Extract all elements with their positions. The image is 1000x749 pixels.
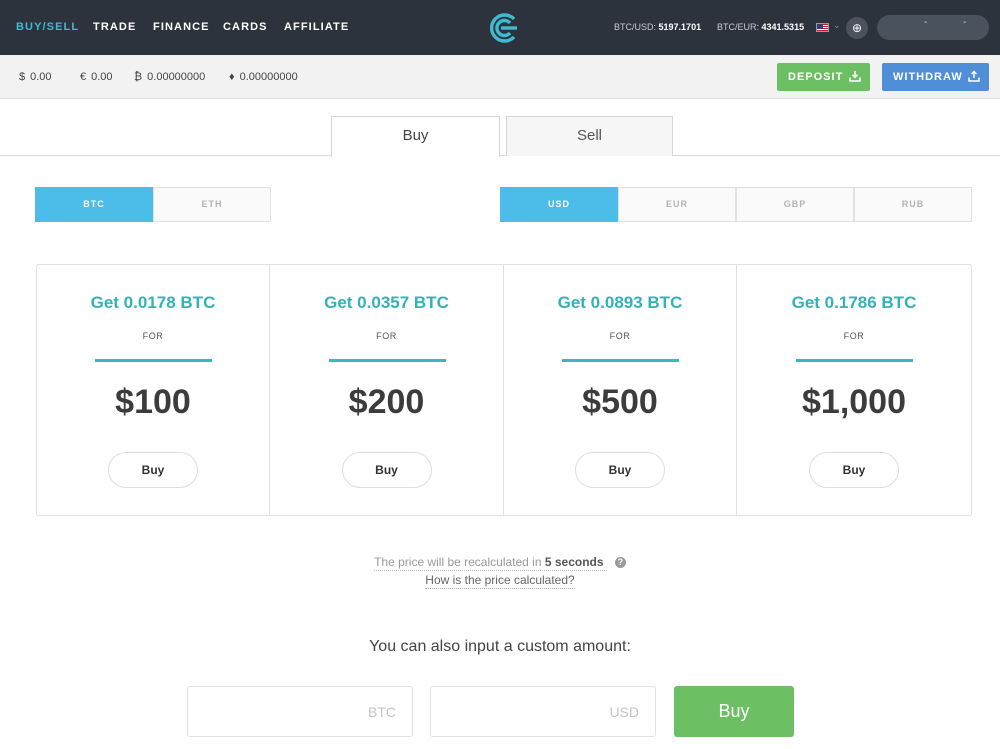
tab-divider [0, 155, 1000, 156]
ticker-btc-usd-label: BTC/USD: [614, 22, 657, 32]
offer-card: Get 0.1786 BTC FOR $1,000 Buy [737, 265, 971, 515]
offer-for-label: FOR [376, 331, 397, 341]
price-recalc-countdown: 5 seconds [544, 555, 604, 569]
withdraw-button[interactable]: WITHDRAW [882, 63, 989, 91]
top-navigation: BUY/SELL TRADE FINANCE CARDS AFFILIATE B… [0, 0, 1000, 55]
offer-price: $500 [582, 383, 658, 421]
crypto-option-btc[interactable]: BTC [35, 187, 153, 222]
offer-title: Get 0.0178 BTC [90, 293, 216, 312]
price-recalc-notice: The price will be recalculated in 5 seco… [0, 555, 1000, 571]
offer-price: $200 [348, 383, 425, 421]
offer-buy-button[interactable]: Buy [108, 452, 198, 488]
download-tray-icon [849, 71, 861, 82]
nav-trade[interactable]: TRADE [93, 21, 136, 33]
price-recalc-prefix: The price will be recalculated in [374, 555, 542, 569]
euro-icon: € [80, 71, 87, 83]
offer-buy-button[interactable]: Buy [809, 452, 899, 488]
tab-buy[interactable]: Buy [331, 116, 500, 157]
offer-buy-button[interactable]: Buy [341, 452, 432, 488]
question-circle-icon[interactable]: ? [614, 557, 626, 568]
fiat-option-rub[interactable]: RUB [854, 187, 972, 222]
us-flag-icon[interactable] [816, 23, 829, 32]
offer-divider [562, 359, 679, 362]
balance-btc-amount: 0.00000000 [147, 71, 206, 83]
offer-title: Get 0.0893 BTC [557, 293, 683, 312]
offer-divider [328, 359, 446, 362]
upload-tray-icon [968, 70, 980, 82]
offer-price: $100 [115, 383, 191, 421]
bitcoin-icon: ₿ [134, 71, 143, 83]
balance-btc: ₿ 0.00000000 [134, 71, 205, 83]
chevron-down-icon[interactable]: ⌄ [833, 20, 841, 31]
account-menu[interactable]: - - [877, 15, 989, 40]
fiat-option-eur[interactable]: EUR [618, 187, 736, 222]
ethereum-icon: ♦ [229, 71, 235, 83]
dollar-icon: $ [19, 71, 26, 83]
custom-buy-button[interactable]: Buy [674, 686, 794, 737]
account-mark: - [963, 17, 967, 28]
balance-usd: $0.00 [19, 71, 52, 83]
offer-title: Get 0.0357 BTC [324, 293, 449, 312]
account-mark: - [924, 17, 928, 28]
price-recalc-text: The price will be recalculated in 5 seco… [374, 555, 607, 571]
balance-eth-amount: 0.00000000 [239, 71, 298, 83]
nav-buy-sell[interactable]: BUY/SELL [16, 21, 79, 33]
cex-logo-icon[interactable] [487, 11, 521, 45]
deposit-button[interactable]: DEPOSIT [777, 63, 870, 91]
offer-buy-button[interactable]: Buy [575, 452, 665, 488]
offer-for-label: FOR [843, 331, 865, 341]
fiat-option-gbp[interactable]: GBP [736, 187, 854, 222]
offer-divider [796, 359, 913, 362]
offer-cards: Get 0.0178 BTC FOR $100 Buy Get 0.0357 B… [36, 264, 972, 516]
balance-eur: €0.00 [80, 71, 113, 83]
offer-card: Get 0.0357 BTC FOR $200 Buy [270, 265, 504, 515]
nav-cards[interactable]: CARDS [223, 21, 268, 33]
tab-sell[interactable]: Sell [506, 116, 673, 156]
deposit-label: DEPOSIT [788, 71, 844, 83]
offer-for-label: FOR [142, 331, 164, 341]
offer-divider [95, 359, 212, 362]
balance-eth: ♦ 0.00000000 [229, 71, 298, 83]
balance-bar: $0.00 €0.00 ₿ 0.00000000 ♦ 0.00000000 DEPO… [0, 55, 1000, 99]
fiat-option-usd[interactable]: USD [500, 187, 618, 222]
price-calculation-link-wrap: How is the price calculated? [0, 573, 1000, 589]
custom-amount-label: You can also input a custom amount: [369, 638, 631, 655]
offer-title: Get 0.1786 BTC [791, 293, 917, 312]
offer-price: $1,000 [802, 383, 906, 421]
withdraw-label: WITHDRAW [893, 71, 963, 83]
nav-finance[interactable]: FINANCE [153, 21, 210, 33]
usd-amount-input[interactable] [430, 686, 656, 737]
ticker-btc-eur: BTC/EUR: 4341.5315 [717, 22, 804, 32]
crypto-option-eth[interactable]: ETH [153, 187, 271, 222]
ticker-btc-usd: BTC/USD: 5197.1701 [614, 22, 701, 32]
ticker-btc-eur-label: BTC/EUR: [717, 22, 760, 32]
nav-affiliate[interactable]: AFFILIATE [284, 21, 349, 33]
balance-usd-amount: 0.00 [30, 71, 52, 83]
price-calculation-link[interactable]: How is the price calculated? [425, 573, 575, 589]
ticker-btc-eur-value: 4341.5315 [761, 22, 805, 32]
btc-amount-input[interactable] [187, 686, 413, 737]
offer-card: Get 0.0893 BTC FOR $500 Buy [504, 265, 737, 515]
offer-for-label: FOR [609, 331, 631, 341]
ticker-btc-usd-value: 5197.1701 [658, 22, 702, 32]
offer-card: Get 0.0178 BTC FOR $100 Buy [37, 265, 270, 515]
balance-eur-amount: 0.00 [91, 71, 113, 83]
globe-icon[interactable]: ⊕ [846, 17, 868, 39]
